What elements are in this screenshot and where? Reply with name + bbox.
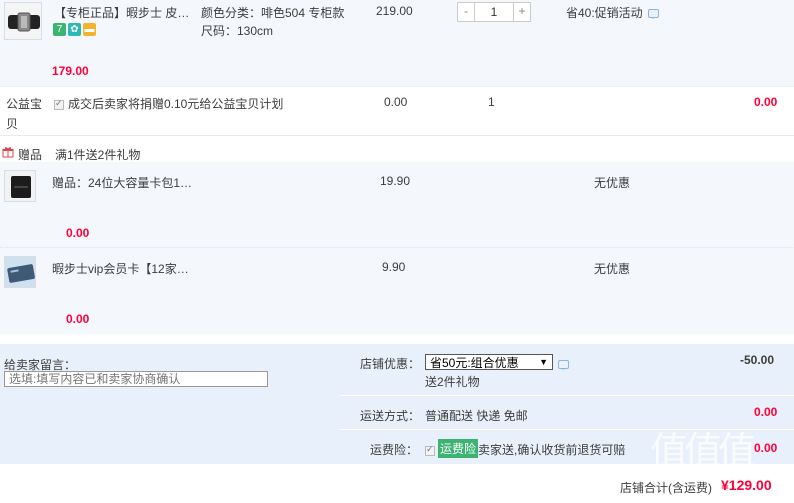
shop-total-value: ¥129.00 [721, 477, 772, 493]
charity-text: 成交后卖家将捐赠0.10元给公益宝贝计划 [68, 97, 284, 111]
product-thumbnail-belt[interactable] [4, 2, 42, 40]
charity-total: 0.00 [754, 95, 778, 109]
shop-discount-selected: 省50元:组合优惠 [430, 355, 519, 370]
gift-item-subtotal: 0.00 [66, 312, 90, 326]
quantity-stepper: - 1 + [457, 2, 531, 22]
watermark-logo: 值值值 [650, 429, 756, 473]
seven-day-return-icon[interactable]: 7 [53, 23, 66, 37]
charity-qty: 1 [488, 95, 495, 109]
product-thumbnail-card-holder[interactable] [4, 170, 36, 202]
product-thumbnail-vip-card[interactable] [4, 256, 36, 288]
insurance-tag: 运费险 [438, 439, 479, 458]
shop-discount-value: -50.00 [740, 353, 775, 367]
quantity-plus-button[interactable]: + [514, 3, 530, 21]
insurance-text: 卖家送,确认收货前退货可赔 [478, 443, 626, 457]
shop-discount-label: 店铺优惠： [360, 357, 421, 371]
shipping-value: 普通配送 快递 免邮 [425, 409, 528, 423]
gift-item-price: 9.90 [382, 260, 406, 274]
gift-header-label: 赠品 [18, 148, 43, 162]
gift-item-discount: 无优惠 [594, 262, 631, 276]
gift-box-icon [2, 146, 14, 158]
promo-chat-icon[interactable] [648, 9, 659, 19]
item-subtotal: 179.00 [52, 64, 89, 78]
quantity-minus-button[interactable]: - [458, 3, 474, 21]
spec-size: 尺码：130cm [201, 24, 274, 38]
dropdown-arrow-icon: ▼ [539, 357, 548, 367]
service-badges: 7 ✿ ▬ [53, 22, 98, 37]
insurance-label: 运费险： [370, 443, 419, 457]
charity-label: 公益宝贝 [6, 97, 43, 131]
gift-item: 暇步士vip会员卡【12家… 9.90 无优惠 0.00 [0, 248, 794, 334]
gift-item-title[interactable]: 赠品：24位大容量卡包1… [52, 174, 192, 191]
seller-message-input[interactable] [4, 371, 268, 387]
shipping-label: 运送方式： [360, 409, 421, 423]
product-title-link[interactable]: 【专柜正品】暇步士 皮… [54, 4, 189, 21]
gift-item-price: 19.90 [380, 174, 411, 188]
gift-item-subtotal: 0.00 [66, 226, 90, 240]
credit-card-icon[interactable]: ▬ [83, 23, 96, 37]
insurance-checkbox[interactable] [425, 444, 435, 456]
gift-item-discount: 无优惠 [594, 176, 631, 190]
main-cart-item: 【专柜正品】暇步士 皮… 7 ✿ ▬ 颜色分类：啡色504 专柜款 尺码：130cm… [0, 0, 794, 86]
charity-price: 0.00 [384, 95, 408, 109]
guarantee-icon[interactable]: ✿ [68, 23, 81, 37]
shipping-cost: 0.00 [754, 405, 778, 419]
spec-color: 颜色分类：啡色504 专柜款 [201, 6, 345, 20]
charity-row: 公益宝贝 成交后卖家将捐赠0.10元给公益宝贝计划 0.00 1 0.00 [0, 86, 794, 136]
gift-header-text: 满1件送2件礼物 [55, 148, 141, 162]
gift-item-title[interactable]: 暇步士vip会员卡【12家… [52, 260, 189, 277]
insurance-cost: 0.00 [754, 441, 778, 455]
discount-chat-icon[interactable] [558, 360, 569, 370]
charity-checkbox[interactable] [54, 98, 64, 110]
gift-item: 赠品：24位大容量卡包1… 19.90 无优惠 0.00 [0, 162, 794, 248]
gift-note: 送2件礼物 [425, 375, 480, 389]
unit-price: 219.00 [376, 4, 413, 18]
shop-discount-row: 店铺优惠： 省50元:组合优惠 ▼ -50.00 送2件礼物 [340, 344, 794, 396]
shop-discount-select[interactable]: 省50元:组合优惠 ▼ [425, 354, 553, 370]
shop-total-label: 店铺合计(含运费) [620, 481, 712, 495]
gift-section: 赠品 满1件送2件礼物 赠品：24位大容量卡包1… 19.90 无优惠 0.00… [0, 136, 794, 336]
promo-text: 省40:促销活动 [566, 6, 643, 20]
quantity-input[interactable]: 1 [474, 3, 514, 21]
